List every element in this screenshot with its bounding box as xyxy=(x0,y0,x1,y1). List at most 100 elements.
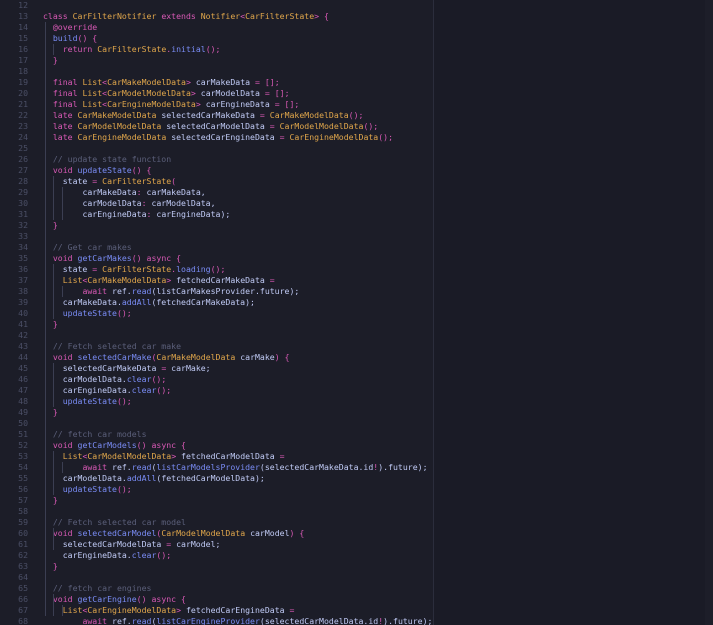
code-token: () xyxy=(136,594,152,604)
code-token: listCarEngineProvider xyxy=(156,616,260,625)
code-line[interactable]: // update state function xyxy=(43,154,171,165)
code-token: void xyxy=(52,352,78,362)
code-token: CarEngineModelData xyxy=(107,99,196,109)
code-line[interactable]: final List<CarEngineModelData> carEngine… xyxy=(43,99,300,110)
code-token: class xyxy=(43,11,73,21)
code-line[interactable]: await ref.read(listCarEngineProvider(sel… xyxy=(43,616,432,625)
code-line[interactable]: carMakeData: carMakeData, xyxy=(43,187,205,198)
code-line[interactable]: void selectedCarMake(CarMakeModelData ca… xyxy=(43,352,290,363)
code-line[interactable]: updateState(); xyxy=(43,308,132,319)
code-line[interactable]: @override xyxy=(43,22,97,33)
line-number: 48 xyxy=(18,396,28,406)
code-line[interactable]: carEngineData.clear(); xyxy=(43,550,171,561)
line-number: 30 xyxy=(18,198,28,208)
line-number: 45 xyxy=(18,363,28,373)
line-number: 62 xyxy=(18,550,28,560)
code-line[interactable]: updateState(); xyxy=(43,484,132,495)
code-token: CarFilterState xyxy=(97,44,167,54)
code-token: void xyxy=(52,440,78,450)
line-number: 25 xyxy=(18,143,28,153)
code-token: = xyxy=(269,275,275,285)
code-token: = []; xyxy=(264,88,290,98)
code-token: await xyxy=(82,286,113,296)
code-line[interactable]: class CarFilterNotifier extends Notifier… xyxy=(43,11,329,22)
code-token: () { xyxy=(77,33,98,43)
code-line[interactable]: carEngineData.clear(); xyxy=(43,385,171,396)
code-line[interactable]: // Get car makes xyxy=(43,242,132,253)
code-token: ref. xyxy=(112,286,132,296)
code-line[interactable]: void getCarEngine() async { xyxy=(43,594,186,605)
line-number: 32 xyxy=(18,220,28,230)
code-line[interactable]: // fetch car models xyxy=(43,429,147,440)
vertical-scrollbar[interactable] xyxy=(705,0,713,625)
code-token: List xyxy=(82,77,103,87)
code-line[interactable]: selectedCarMakeData = carMake; xyxy=(43,363,211,374)
code-token: (fetchedCarModelData); xyxy=(156,473,265,483)
code-token: } xyxy=(52,319,58,329)
indent-guide xyxy=(53,363,54,407)
code-line[interactable]: // Fetch selected car make xyxy=(43,341,181,352)
code-line[interactable]: List<CarMakeModelData> fetchedCarMakeDat… xyxy=(43,275,275,286)
code-line[interactable]: // fetch car engines xyxy=(43,583,152,594)
code-token: { xyxy=(181,594,186,604)
line-number: 67 xyxy=(18,605,28,615)
code-line[interactable]: late CarEngineModelData selectedCarEngin… xyxy=(43,132,393,143)
code-line[interactable]: void getCarModels() async { xyxy=(43,440,186,451)
code-token: (); xyxy=(116,484,132,494)
code-token: (); xyxy=(348,110,364,120)
code-line[interactable]: List<CarModelModelData> fetchedCarModelD… xyxy=(43,451,285,462)
code-token: = xyxy=(279,451,285,461)
code-line[interactable]: // Fetch selected car model xyxy=(43,517,186,528)
code-token: CarFilterState xyxy=(102,264,172,274)
code-line[interactable]: build() { xyxy=(43,33,97,44)
code-line[interactable]: selectedCarModelData = carModel; xyxy=(43,539,221,550)
code-line[interactable]: state = CarFilterState( xyxy=(43,176,176,187)
code-line[interactable]: await ref.read(listCarModelsProvider(sel… xyxy=(43,462,427,473)
code-token: List xyxy=(62,275,83,285)
code-token: CarFilterNotifier xyxy=(72,11,162,21)
code-line[interactable]: void getCarMakes() async { xyxy=(43,253,181,264)
code-line[interactable]: return CarFilterState.initial(); xyxy=(43,44,221,55)
code-line[interactable]: carModelData: carModelData, xyxy=(43,198,215,209)
line-number: 28 xyxy=(18,176,28,186)
code-line[interactable]: await ref.read(listCarMakesProvider.futu… xyxy=(43,286,299,297)
code-line[interactable]: final List<CarModelModelData> carModelDa… xyxy=(43,88,290,99)
line-number: 21 xyxy=(18,99,28,109)
code-line[interactable]: void updateState() { xyxy=(43,165,152,176)
code-line[interactable]: late CarMakeModelData selectedCarMakeDat… xyxy=(43,110,364,121)
code-token: List xyxy=(82,99,103,109)
code-token: (); xyxy=(156,550,172,560)
code-token: (listCarMakesProvider.future); xyxy=(151,286,300,296)
code-token: () { xyxy=(131,165,152,175)
code-token: void xyxy=(52,253,78,263)
code-token: CarMakeModelData xyxy=(77,110,162,120)
line-number: 12 xyxy=(18,0,28,10)
code-line[interactable]: updateState(); xyxy=(43,396,132,407)
code-token: listCarModelsProvider xyxy=(156,462,260,472)
code-line[interactable]: carMakeData.addAll(fetchedCarMakeData); xyxy=(43,297,255,308)
code-token: extends xyxy=(161,11,201,21)
code-token: void xyxy=(52,594,78,604)
code-line[interactable]: carModelData.clear(); xyxy=(43,374,167,385)
code-line[interactable]: carModelData.addAll(fetchedCarModelData)… xyxy=(43,473,265,484)
code-area[interactable]: class CarFilterNotifier extends Notifier… xyxy=(43,0,433,625)
code-token: // Get car makes xyxy=(52,242,132,252)
line-number: 35 xyxy=(18,253,28,263)
line-number: 20 xyxy=(18,88,28,98)
code-token: : xyxy=(146,209,157,219)
code-editor[interactable]: 12 13 14 15 16 17 18 19 20 21 22 23 24 25 26 27 28 29 30 31… xyxy=(0,0,433,625)
code-line[interactable]: List<CarEngineModelData> fetchedCarEngin… xyxy=(43,605,295,616)
code-token: () xyxy=(136,440,152,450)
code-line[interactable]: void selectedCarModel(CarModelModelData … xyxy=(43,528,304,539)
line-number: 40 xyxy=(18,308,28,318)
code-line[interactable]: state = CarFilterState.loading(); xyxy=(43,264,226,275)
line-number: 66 xyxy=(18,594,28,604)
code-line[interactable]: late CarModelModelData selectedCarModelD… xyxy=(43,121,378,132)
code-token: CarModelModelData xyxy=(107,88,191,98)
code-token: carEngineData); xyxy=(156,209,231,219)
code-line[interactable]: carEngineData: carEngineData); xyxy=(43,209,230,220)
code-token: selectedCarModelData xyxy=(62,539,167,549)
code-token: carEngineData. xyxy=(62,550,132,560)
code-line[interactable]: final List<CarMakeModelData> carMakeData… xyxy=(43,77,280,88)
line-number: 41 xyxy=(18,319,28,329)
